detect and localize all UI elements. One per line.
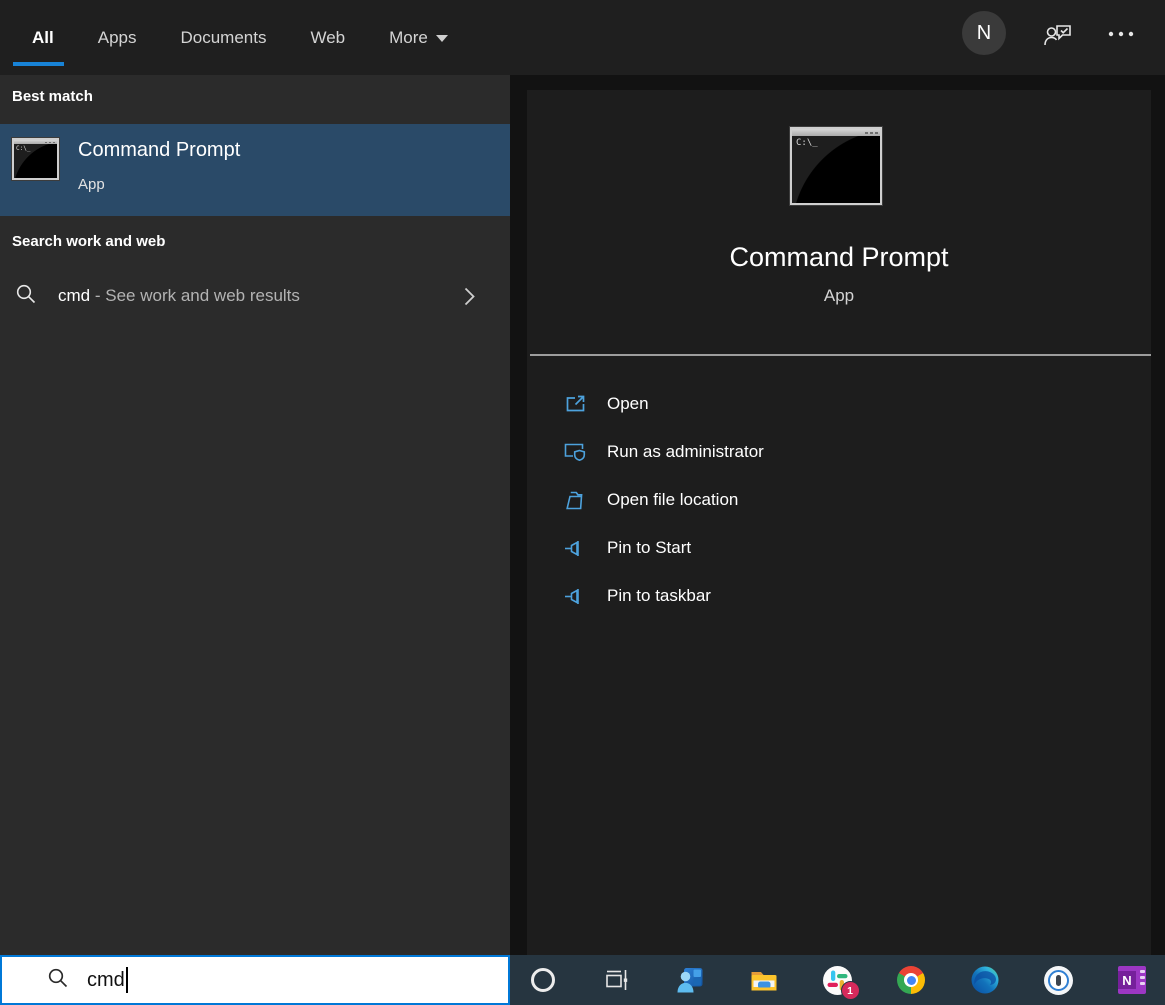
tab-apps[interactable]: Apps	[98, 0, 137, 75]
tab-documents-label: Documents	[180, 28, 266, 48]
search-icon	[46, 966, 70, 995]
action-open[interactable]: Open	[527, 380, 1151, 428]
slack-icon[interactable]: 1	[822, 964, 854, 996]
action-pin-to-taskbar-label: Pin to taskbar	[607, 586, 711, 606]
user-avatar[interactable]: N	[962, 11, 1006, 55]
cmd-icon-body: C:\_	[14, 144, 57, 178]
search-results-pane: Best match C:\_ Command Prompt App Searc…	[0, 75, 510, 955]
teams-icon[interactable]	[674, 964, 706, 996]
action-pin-to-taskbar[interactable]: Pin to taskbar	[527, 572, 1151, 620]
cortana-icon[interactable]	[527, 964, 559, 996]
action-open-file-location-label: Open file location	[607, 490, 738, 510]
search-work-web-header: Search work and web	[12, 233, 165, 250]
avatar-initial: N	[977, 22, 991, 45]
divider	[530, 354, 1151, 356]
action-run-as-administrator-label: Run as administrator	[607, 442, 764, 462]
run-as-administrator-icon	[563, 440, 587, 464]
search-filter-bar: All Apps Documents Web More N	[0, 0, 1165, 75]
command-prompt-icon: C:\_	[12, 138, 59, 180]
taskbar: 1 N	[510, 955, 1165, 1005]
action-list: Open Run as administrator Open file l	[527, 380, 1151, 620]
tab-web[interactable]: Web	[310, 0, 345, 75]
filter-tabs: All Apps Documents Web More	[32, 0, 448, 75]
taskbar-search-box[interactable]: cmd	[0, 955, 510, 1005]
onenote-letter: N	[1118, 971, 1136, 989]
suggestion-description: - See work and web results	[95, 286, 300, 305]
web-search-suggestion[interactable]: cmd - See work and web results	[0, 268, 510, 324]
best-match-header: Best match	[12, 88, 93, 105]
tab-all[interactable]: All	[32, 0, 54, 75]
chevron-down-icon	[436, 35, 448, 42]
tab-more-label: More	[389, 28, 428, 48]
preview-pane-background: C:\_ Command Prompt App Open	[510, 75, 1165, 955]
cmd-icon-body: C:\_	[792, 136, 880, 203]
see-more-icon[interactable]	[1106, 26, 1138, 47]
open-icon	[563, 392, 587, 416]
search-icon	[14, 282, 38, 311]
tab-web-label: Web	[310, 28, 345, 48]
command-prompt-large-icon: C:\_	[790, 127, 882, 205]
feedback-icon[interactable]	[1042, 19, 1074, 56]
file-explorer-icon[interactable]	[748, 964, 780, 996]
preview-pane: C:\_ Command Prompt App Open	[527, 90, 1151, 955]
tab-apps-label: Apps	[98, 28, 137, 48]
1password-icon[interactable]	[1042, 964, 1074, 996]
edge-icon[interactable]	[969, 964, 1001, 996]
action-pin-to-start-label: Pin to Start	[607, 538, 691, 558]
suggestion-query: cmd	[58, 286, 90, 305]
action-open-file-location[interactable]: Open file location	[527, 476, 1151, 524]
onenote-icon[interactable]: N	[1116, 964, 1148, 996]
chevron-right-icon[interactable]	[462, 285, 477, 313]
tab-more[interactable]: More	[389, 0, 448, 75]
cmd-icon-prompt-text: C:\_	[792, 136, 880, 148]
best-match-result-command-prompt[interactable]: C:\_ Command Prompt App	[0, 124, 510, 216]
slack-notification-badge: 1	[841, 981, 860, 1000]
open-file-location-icon	[563, 488, 587, 512]
tab-documents[interactable]: Documents	[180, 0, 266, 75]
text-cursor	[126, 967, 128, 993]
task-view-icon[interactable]	[601, 964, 633, 996]
preview-title: Command Prompt	[527, 242, 1151, 273]
tab-all-label: All	[32, 28, 54, 48]
action-open-label: Open	[607, 394, 649, 414]
search-input[interactable]: cmd	[87, 969, 125, 992]
pin-icon	[563, 584, 587, 608]
best-match-title: Command Prompt	[78, 139, 240, 162]
cmd-icon-titlebar	[792, 129, 880, 136]
chrome-icon[interactable]	[895, 964, 927, 996]
cmd-icon-prompt-text: C:\_	[14, 144, 57, 152]
preview-subtitle: App	[527, 286, 1151, 306]
best-match-subtitle: App	[78, 176, 105, 193]
pin-icon	[563, 536, 587, 560]
action-pin-to-start[interactable]: Pin to Start	[527, 524, 1151, 572]
action-run-as-administrator[interactable]: Run as administrator	[527, 428, 1151, 476]
